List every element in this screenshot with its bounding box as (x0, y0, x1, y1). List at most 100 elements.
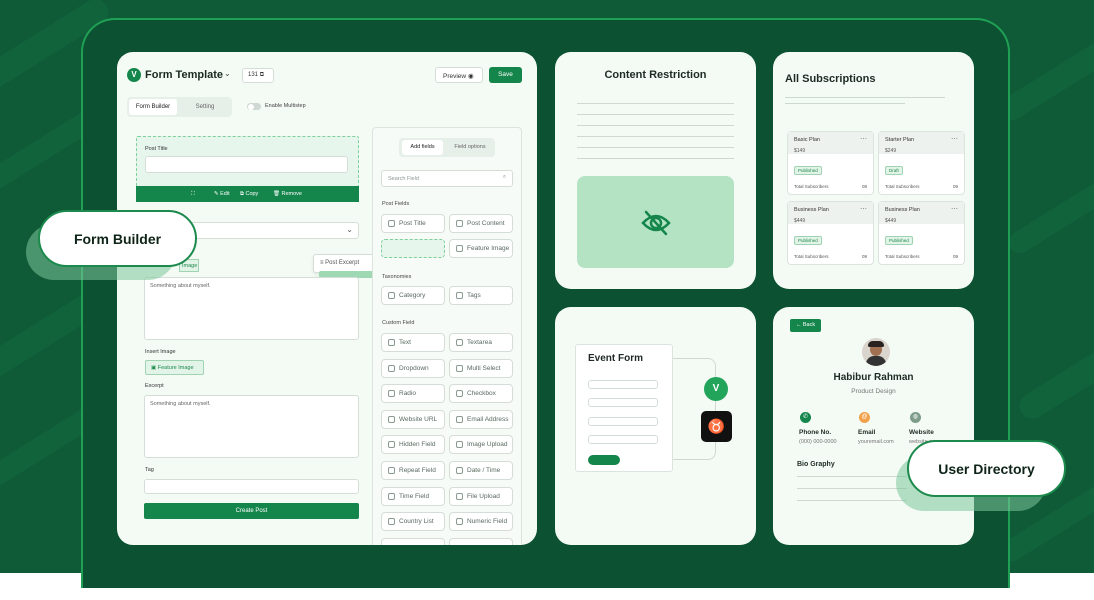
field-email-address[interactable]: Email Address (449, 409, 513, 429)
event-input-2[interactable] (588, 398, 658, 407)
plan-price: $149 (794, 148, 806, 154)
count-text: 131 (248, 72, 259, 78)
field-label: Repeat Field (399, 467, 436, 474)
chevron-down-icon[interactable]: ⌄ (224, 69, 231, 78)
search-field-input[interactable]: Search Field ⌕ (381, 170, 513, 187)
email-icon: @ (859, 412, 870, 423)
email-icon (456, 415, 463, 423)
back-button[interactable]: ← Back (790, 319, 821, 332)
tab-setting[interactable]: Setting (183, 99, 227, 115)
multistep-toggle[interactable] (247, 103, 261, 110)
field-repeat-field[interactable]: Repeat Field (381, 461, 445, 480)
field-time-field[interactable]: Time Field (381, 486, 445, 506)
bio-heading: Bio Graphy (797, 461, 835, 468)
field-checkbox[interactable]: Checkbox (449, 384, 513, 404)
user-name: Habibur Rahman (833, 372, 914, 383)
field-dropdown[interactable]: Dropdown (381, 358, 445, 378)
tag-label: Tag (145, 467, 154, 473)
excerpt-textarea[interactable]: Something about myself. (144, 395, 359, 458)
more-icon[interactable]: ⋯ (951, 205, 958, 213)
avatar (862, 338, 890, 366)
subscriptions-title: All Subscriptions (785, 73, 876, 85)
field-post-content[interactable]: Post Content (449, 214, 513, 233)
field-date-time[interactable]: Date / Time (449, 461, 513, 480)
field-image-upload[interactable]: Image Upload (449, 435, 513, 455)
tag-input[interactable] (144, 479, 359, 494)
content-restriction-card: Content Restriction (555, 52, 756, 289)
plan-card[interactable]: Business Plan $449 Published Total Subscrib… (787, 201, 874, 265)
tab-add-fields[interactable]: Add fields (402, 140, 443, 155)
shortcode-count[interactable]: 131 ⧉ (242, 68, 274, 83)
event-input-1[interactable] (588, 380, 658, 389)
field-post-title[interactable]: Post Title (381, 214, 445, 233)
field-radio[interactable]: Radio (381, 384, 445, 404)
field-label: Dropdown (399, 364, 429, 372)
field-label: Radio (399, 390, 416, 398)
subscribers-label: Total Subscribers (885, 184, 920, 189)
field-label: Email Address (467, 415, 509, 423)
email-label: Email (858, 429, 876, 436)
excerpt-label: Excerpt (145, 383, 164, 389)
preview-button[interactable]: Preview ◉ (435, 67, 483, 83)
tab-form-builder[interactable]: Form Builder (129, 99, 177, 115)
insert-image-label: Insert Image (145, 349, 176, 355)
textarea-icon (456, 339, 463, 346)
content-restriction-title: Content Restriction (604, 69, 707, 81)
repeat-icon (388, 467, 395, 474)
subscribers-label: Total Subscribers (794, 254, 829, 259)
field-multi-select[interactable]: Multi Select (449, 358, 513, 378)
field-label: Numeric Field (467, 518, 508, 526)
event-input-3[interactable] (588, 417, 658, 426)
website-icon: ◍ (910, 412, 921, 423)
integration-app-icon: ♉ (701, 411, 732, 442)
field-numeric-field[interactable]: Numeric Field (449, 512, 513, 532)
field-hidden-field[interactable]: Hidden Field (381, 435, 445, 455)
field-file-upload[interactable]: File Upload (449, 486, 513, 506)
event-submit-button[interactable] (588, 455, 620, 465)
field-label: Checkbox (467, 390, 496, 398)
move-icon[interactable]: ⛶ (191, 186, 195, 202)
field-label: Text (399, 339, 411, 346)
field-feature-image[interactable]: Feature Image (449, 239, 513, 258)
about-textarea[interactable]: Something about myself. (144, 277, 359, 340)
plan-card[interactable]: Business Plan $449 Published Total Subscrib… (878, 201, 965, 265)
tab-field-options[interactable]: Field options (447, 140, 493, 155)
field-text[interactable]: Text (381, 333, 445, 352)
field-website-url[interactable]: Website URL (381, 409, 445, 429)
plan-price: $449 (885, 218, 897, 224)
field-more[interactable] (381, 538, 445, 545)
plan-card[interactable]: Starter Plan $249 Draft Total Subscribers 09… (878, 131, 965, 195)
plan-card[interactable]: Basic Plan $149 Published Total Subscribers… (787, 131, 874, 195)
custom-field-heading: Custom Field (382, 320, 415, 326)
time-icon (388, 492, 395, 500)
field-more[interactable] (449, 538, 513, 545)
user-role: Product Design (851, 388, 896, 395)
edit-action[interactable]: ✎ Edit (214, 186, 230, 202)
feature-image-button[interactable]: ▣ Feature Image (145, 360, 204, 375)
phone-icon: ✆ (800, 412, 811, 423)
website-label: Website (909, 429, 934, 436)
field-country-list[interactable]: Country List (381, 512, 445, 532)
more-icon[interactable]: ⋯ (860, 135, 867, 143)
more-icon[interactable]: ⋯ (860, 205, 867, 213)
create-post-button[interactable]: Create Post (144, 503, 359, 519)
eye-off-icon (641, 210, 671, 236)
field-category[interactable]: Category (381, 286, 445, 305)
field-textarea[interactable]: Textarea (449, 333, 513, 352)
email-value[interactable]: youremail.com (858, 439, 894, 445)
field-tags[interactable]: Tags (449, 286, 513, 305)
event-input-4[interactable] (588, 435, 658, 444)
post-title-input[interactable] (145, 156, 348, 173)
remove-action[interactable]: 🗑 Remove (273, 186, 302, 202)
more-icon[interactable]: ⋯ (951, 135, 958, 143)
status-badge: Published (794, 166, 822, 175)
phone-value: (000) 000-0000 (799, 439, 837, 445)
copy-action[interactable]: ⧉ Copy (240, 186, 258, 202)
subscriptions-card: All Subscriptions Basic Plan $149 Publishe… (773, 52, 974, 289)
text-icon (388, 220, 395, 227)
form-title[interactable]: Form Template (145, 69, 223, 81)
save-button[interactable]: Save (489, 67, 522, 83)
taxonomies-heading: Taxonomies (382, 274, 412, 280)
multistep-label: Enable Multistep (265, 103, 306, 109)
field-toolbar: ⛶ ✎ Edit ⧉ Copy 🗑 Remove (136, 186, 359, 202)
